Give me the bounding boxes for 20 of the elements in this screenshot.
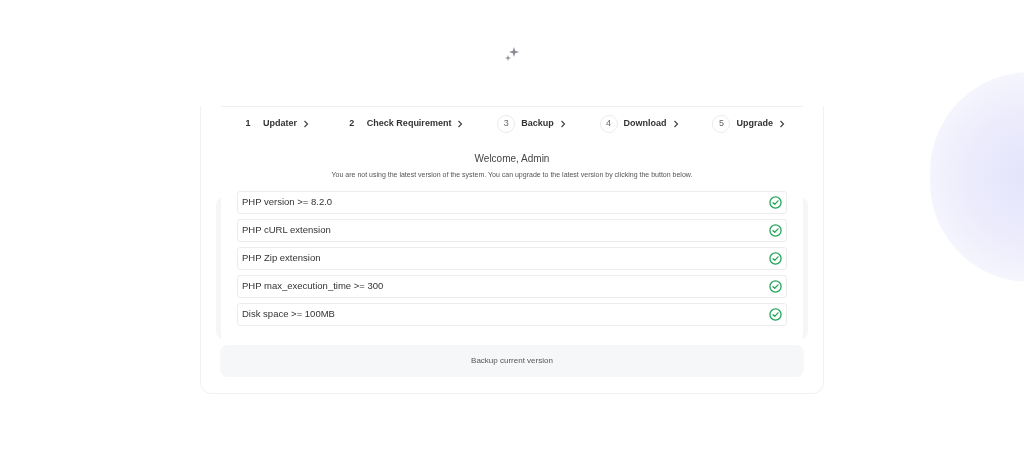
requirement-label: Disk space >= 100MB [242, 306, 335, 321]
chevron-right-icon [559, 120, 566, 128]
chevron-right-icon [457, 120, 464, 128]
sparkle-icon [504, 46, 520, 62]
step-label[interactable]: Download [623, 117, 667, 131]
step-label[interactable]: Check Requirement [366, 117, 452, 131]
requirement-label: PHP max_execution_time >= 300 [242, 278, 384, 293]
step-number: 1 [244, 117, 252, 131]
chevron-right-icon [303, 120, 309, 128]
requirement-label: PHP cURL extension [242, 222, 331, 237]
step-label[interactable]: Upgrade [736, 117, 773, 131]
chevron-right-icon [778, 120, 785, 128]
backup-button[interactable]: Backup current version [220, 344, 804, 377]
step-label[interactable]: Backup [521, 117, 554, 131]
requirement-label: PHP Zip extension [242, 250, 321, 265]
welcome-heading: Welcome, Admin [474, 152, 550, 166]
chevron-right-icon [672, 120, 679, 128]
step-number: 2 [348, 117, 356, 131]
requirement-label: PHP version >= 8.2.0 [242, 194, 333, 209]
step-label[interactable]: Updater [263, 117, 297, 131]
